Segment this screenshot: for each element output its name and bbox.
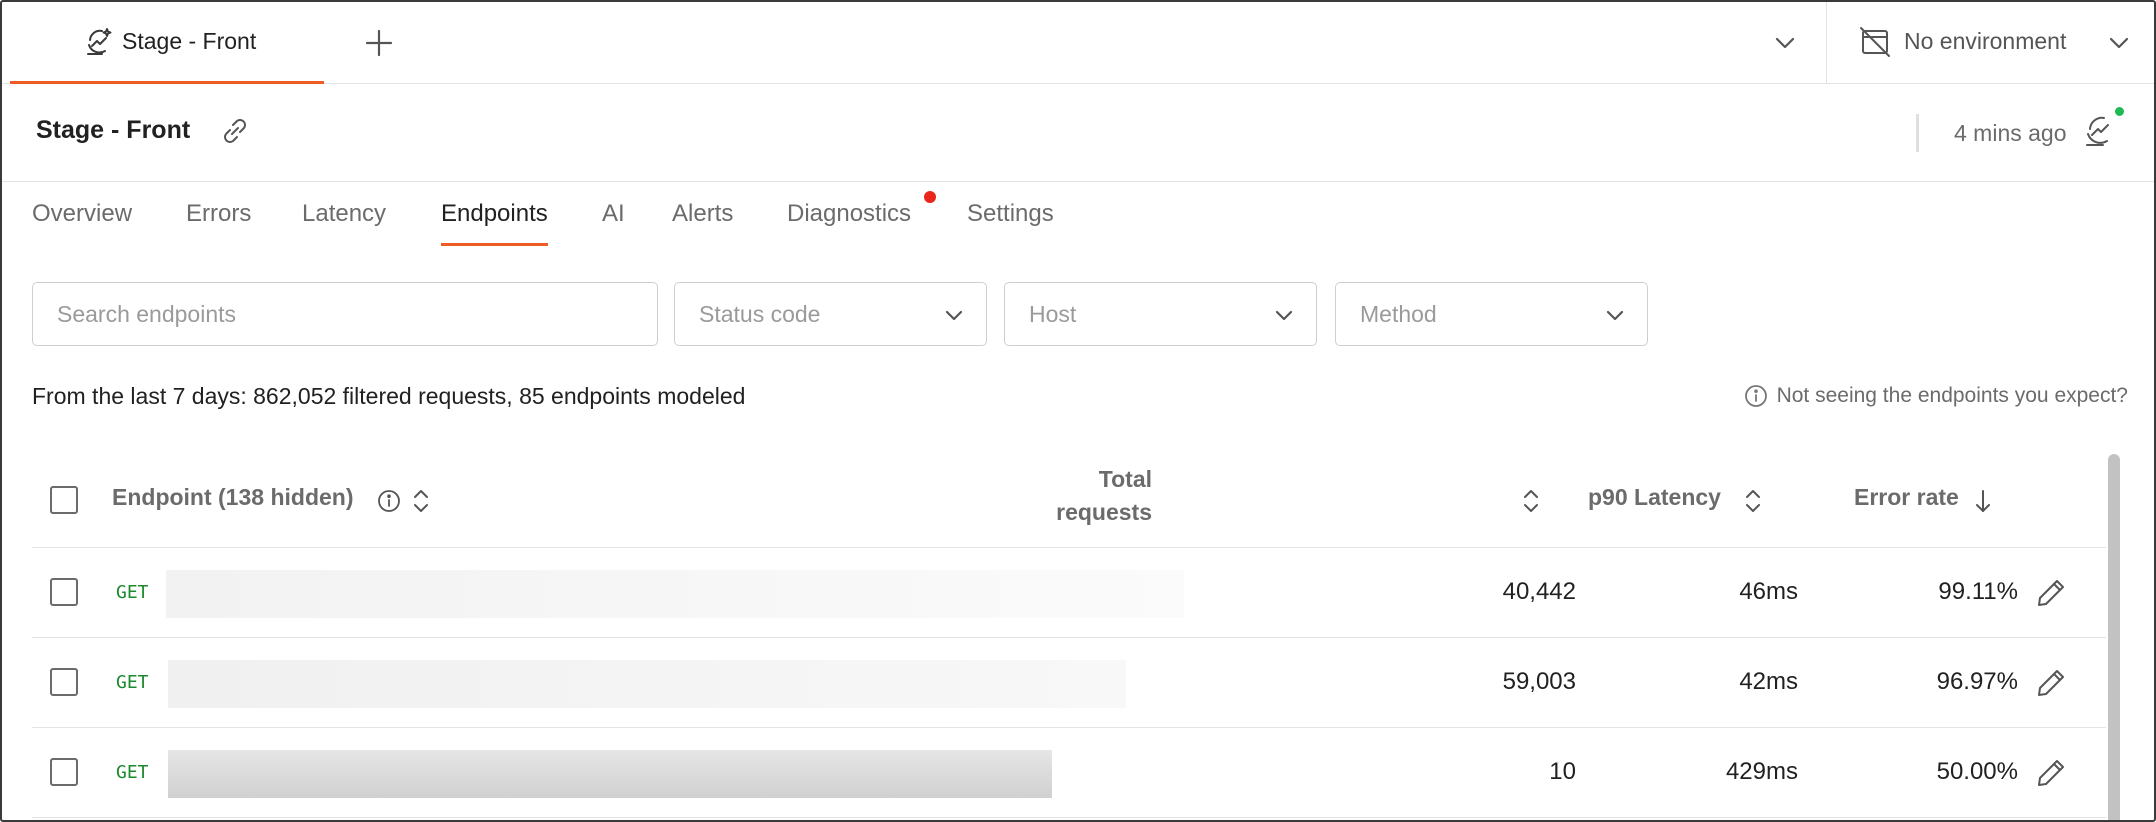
select-value: Method	[1360, 301, 1437, 327]
select-all-checkbox[interactable]	[50, 486, 78, 514]
table-scrollbar[interactable]	[2108, 454, 2120, 820]
chevron-down-icon	[1275, 310, 1293, 321]
tab-bar: Stage - Front No environment	[2, 2, 2154, 84]
tab-latency[interactable]: Latency	[302, 200, 386, 246]
diagnostics-notification-dot	[924, 191, 936, 203]
link-icon[interactable]	[218, 114, 252, 148]
sort-icon[interactable]	[1520, 486, 1542, 516]
chevron-down-icon[interactable]	[1772, 30, 1798, 56]
tab-errors[interactable]: Errors	[186, 200, 251, 246]
select-value: Status code	[699, 301, 821, 327]
chevron-down-icon[interactable]	[2106, 30, 2132, 56]
search-input[interactable]	[32, 282, 658, 346]
status-code-select[interactable]: Status code	[674, 282, 987, 346]
tab-settings[interactable]: Settings	[967, 200, 1054, 246]
column-total-requests-line1[interactable]: Total	[1032, 466, 1152, 493]
row-checkbox[interactable]	[50, 668, 78, 696]
last-updated: 4 mins ago	[1954, 120, 2067, 146]
tab-endpoints[interactable]: Endpoints	[441, 200, 548, 246]
table-row[interactable]: GET 40,442 46ms 99.11%	[32, 548, 2106, 638]
chevron-down-icon	[945, 310, 963, 321]
error-rate: 50.00%	[1936, 758, 2018, 785]
column-endpoint[interactable]: Endpoint (138 hidden)	[112, 484, 354, 511]
column-p90-latency[interactable]: p90 Latency	[1588, 484, 1721, 511]
http-method: GET	[116, 582, 149, 603]
table-row[interactable]: GET 10 429ms 50.00%	[32, 728, 2106, 818]
endpoint-path-redacted	[168, 750, 1052, 798]
endpoint-path-redacted	[166, 570, 1184, 618]
add-tab-icon[interactable]	[362, 26, 396, 60]
tab-stage-front[interactable]: Stage - Front	[10, 2, 324, 84]
no-environment-icon	[1860, 27, 1890, 57]
table-row[interactable]: GET 59,003 42ms 96.97%	[32, 638, 2106, 728]
tab-ai[interactable]: AI	[602, 200, 625, 246]
online-status-dot	[2113, 105, 2126, 118]
monitor-icon	[87, 28, 112, 55]
divider	[1826, 2, 1827, 84]
tab-alerts[interactable]: Alerts	[672, 200, 733, 246]
select-value: Host	[1029, 301, 1077, 327]
http-method: GET	[116, 762, 149, 783]
environment-selector[interactable]: No environment	[1904, 28, 2066, 55]
requests-summary: From the last 7 days: 862,052 filtered r…	[32, 383, 746, 409]
pencil-icon[interactable]	[2034, 666, 2068, 700]
monitor-header: Stage - Front 4 mins ago	[2, 84, 2154, 182]
endpoints-help-link[interactable]: Not seeing the endpoints you expect?	[1743, 383, 2128, 409]
sort-icon[interactable]	[1742, 486, 1764, 516]
pencil-icon[interactable]	[2034, 756, 2068, 790]
http-method: GET	[116, 672, 149, 693]
help-text: Not seeing the endpoints you expect?	[1776, 384, 2128, 407]
method-select[interactable]: Method	[1335, 282, 1648, 346]
endpoint-path-redacted	[168, 660, 1126, 708]
info-icon	[1744, 385, 1767, 407]
row-checkbox[interactable]	[50, 578, 78, 606]
tab-label: Stage - Front	[122, 28, 257, 54]
error-rate: 99.11%	[1938, 578, 2018, 605]
page-title: Stage - Front	[36, 116, 191, 144]
column-error-rate[interactable]: Error rate	[1854, 484, 1959, 511]
monitor-status-icon[interactable]	[2082, 112, 2120, 150]
sort-icon[interactable]	[410, 486, 432, 516]
tab-overview[interactable]: Overview	[32, 200, 132, 246]
app-window: Stage - Front No environment Stage - Fro…	[0, 0, 2156, 822]
row-checkbox[interactable]	[50, 758, 78, 786]
section-tabs: Overview Errors Latency Endpoints AI Ale…	[2, 182, 2154, 248]
column-total-requests-line2[interactable]: requests	[1032, 499, 1152, 526]
sort-descending-icon[interactable]	[1972, 486, 1994, 516]
pencil-icon[interactable]	[2034, 576, 2068, 610]
host-select[interactable]: Host	[1004, 282, 1317, 346]
info-icon[interactable]	[376, 488, 402, 514]
error-rate: 96.97%	[1936, 668, 2018, 695]
chevron-down-icon	[1606, 310, 1624, 321]
divider	[1916, 114, 1919, 152]
tab-diagnostics[interactable]: Diagnostics	[787, 200, 911, 246]
table-header: Endpoint (138 hidden) Total requests p90…	[32, 454, 2106, 548]
